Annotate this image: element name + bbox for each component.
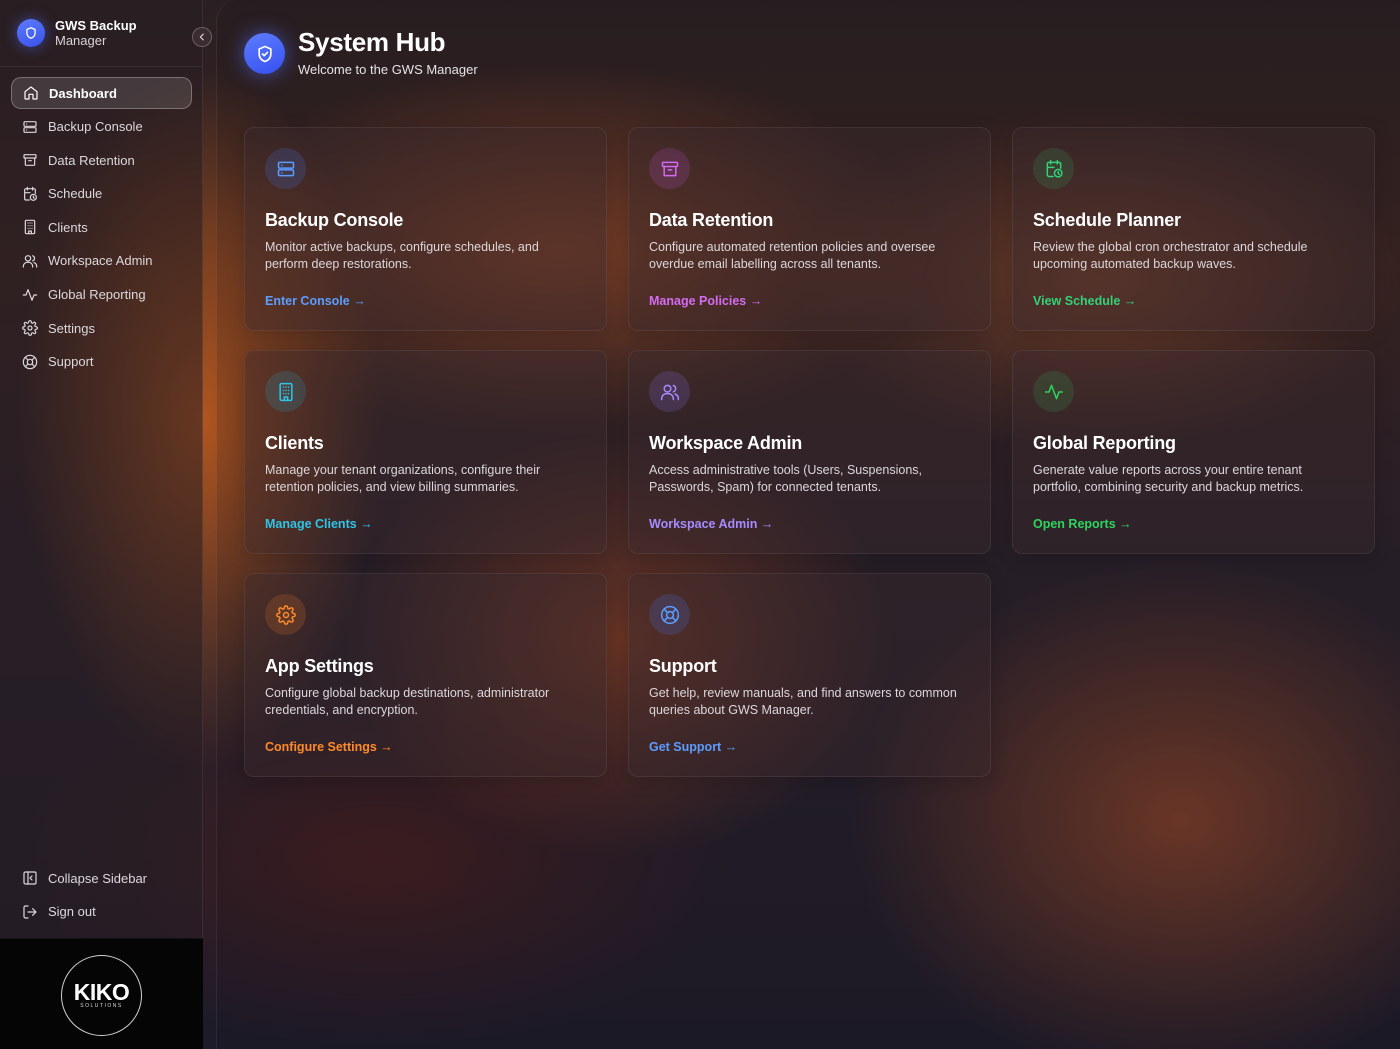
- logout-icon: [21, 903, 38, 920]
- shield-check-icon: [244, 33, 285, 74]
- card-workspace-admin[interactable]: Workspace Admin Access administrative to…: [628, 350, 991, 554]
- shield-icon: [17, 19, 45, 47]
- card-schedule-planner[interactable]: Schedule Planner Review the global cron …: [1012, 127, 1375, 331]
- sign-out-button[interactable]: Sign out: [11, 896, 192, 928]
- building-icon: [265, 371, 306, 412]
- open-reports-link[interactable]: Open Reports →: [1033, 517, 1132, 531]
- sidebar-bottom-nav: Collapse Sidebar Sign out: [0, 862, 203, 929]
- card-title: Schedule Planner: [1033, 210, 1181, 230]
- card-backup-console[interactable]: Backup Console Monitor active backups, c…: [244, 127, 607, 331]
- brand-title: GWS Backup: [55, 18, 137, 33]
- sidebar-item-label: Global Reporting: [48, 287, 146, 303]
- kiko-logo: KIKO SOLUTIONS: [61, 955, 142, 1036]
- sidebar-item-label: Data Retention: [48, 152, 135, 168]
- card-title: App Settings: [265, 656, 374, 676]
- users-icon: [649, 371, 690, 412]
- sidebar-item-label: Settings: [48, 320, 95, 336]
- sidebar-item-label: Workspace Admin: [48, 253, 153, 269]
- card-description: Configure global backup destinations, ad…: [265, 686, 550, 717]
- users-icon: [21, 252, 38, 269]
- card-description: Get help, review manuals, and find answe…: [649, 686, 957, 717]
- panel-left-icon: [21, 870, 38, 887]
- card-title: Data Retention: [649, 210, 774, 230]
- archive-icon: [21, 152, 38, 169]
- collapse-toggle-button[interactable]: [192, 27, 212, 47]
- sidebar-nav: Dashboard Backup Console Data Retention …: [0, 77, 203, 379]
- gear-icon: [265, 594, 306, 635]
- sidebar-item-clients[interactable]: Clients: [11, 211, 192, 243]
- sidebar-item-support[interactable]: Support: [11, 346, 192, 378]
- card-description: Access administrative tools (Users, Susp…: [649, 463, 923, 494]
- card-data-retention[interactable]: Data Retention Configure automated reten…: [628, 127, 991, 331]
- sidebar-item-label: Clients: [48, 219, 88, 235]
- sidebar-item-data-retention[interactable]: Data Retention: [11, 144, 192, 176]
- sidebar-item-label: Backup Console: [48, 119, 143, 135]
- activity-icon: [1033, 371, 1074, 412]
- kiko-logo-text: KIKO: [73, 979, 130, 1005]
- page-subtitle: Welcome to the GWS Manager: [298, 62, 478, 77]
- sidebar-item-schedule[interactable]: Schedule: [11, 178, 192, 210]
- server-icon: [265, 148, 306, 189]
- chevron-left-icon: [199, 33, 204, 41]
- card-description: Review the global cron orchestrator and …: [1033, 240, 1308, 271]
- calendar-clock-icon: [1033, 148, 1074, 189]
- sidebar-item-backup-console[interactable]: Backup Console: [11, 111, 192, 143]
- building-icon: [21, 219, 38, 236]
- page-title: System Hub: [298, 27, 446, 57]
- sign-out-label: Sign out: [48, 904, 96, 920]
- card-description: Generate value reports across your entir…: [1033, 463, 1304, 494]
- footer-logo-area: KIKO SOLUTIONS: [0, 938, 203, 1049]
- configure-settings-link[interactable]: Configure Settings →: [265, 740, 393, 754]
- card-support[interactable]: Support Get help, review manuals, and fi…: [628, 573, 991, 777]
- get-support-link[interactable]: Get Support →: [649, 740, 737, 754]
- calendar-clock-icon: [21, 185, 38, 202]
- sidebar-item-global-reporting[interactable]: Global Reporting: [11, 279, 192, 311]
- view-schedule-link[interactable]: View Schedule →: [1033, 294, 1136, 308]
- lifebuoy-icon: [649, 594, 690, 635]
- sidebar-item-settings[interactable]: Settings: [11, 312, 192, 344]
- card-app-settings[interactable]: App Settings Configure global backup des…: [244, 573, 607, 777]
- workspace-admin-link[interactable]: Workspace Admin →: [649, 517, 773, 531]
- card-title: Support: [649, 656, 717, 676]
- card-title: Global Reporting: [1033, 433, 1176, 453]
- gear-icon: [21, 320, 38, 337]
- sidebar: GWS Backup Manager Dashboard Backup Cons…: [0, 0, 212, 1049]
- sidebar-item-label: Dashboard: [49, 85, 117, 101]
- activity-icon: [21, 286, 38, 303]
- kiko-logo-subtext: SOLUTIONS: [80, 1003, 123, 1009]
- enter-console-link[interactable]: Enter Console →: [265, 294, 366, 308]
- card-description: Configure automated retention policies a…: [649, 240, 936, 271]
- sidebar-item-workspace-admin[interactable]: Workspace Admin: [11, 245, 192, 277]
- brand: GWS Backup Manager: [0, 0, 203, 67]
- card-description: Manage your tenant organizations, config…: [265, 463, 541, 494]
- card-clients[interactable]: Clients Manage your tenant organizations…: [244, 350, 607, 554]
- sidebar-item-label: Support: [48, 354, 94, 370]
- server-icon: [21, 118, 38, 135]
- sidebar-item-dashboard[interactable]: Dashboard: [11, 77, 192, 109]
- archive-icon: [649, 148, 690, 189]
- card-global-reporting[interactable]: Global Reporting Generate value reports …: [1012, 350, 1375, 554]
- manage-clients-link[interactable]: Manage Clients →: [265, 517, 373, 531]
- brand-subtitle: Manager: [55, 33, 107, 48]
- collapse-sidebar-label: Collapse Sidebar: [48, 870, 148, 886]
- card-title: Backup Console: [265, 210, 404, 230]
- collapse-sidebar-button[interactable]: Collapse Sidebar: [11, 862, 192, 894]
- home-icon: [22, 85, 39, 102]
- manage-policies-link[interactable]: Manage Policies →: [649, 294, 762, 308]
- card-title: Workspace Admin: [649, 433, 803, 453]
- lifebuoy-icon: [21, 353, 38, 370]
- card-description: Monitor active backups, configure schedu…: [265, 240, 539, 271]
- card-title: Clients: [265, 433, 324, 453]
- sidebar-item-label: Schedule: [48, 186, 103, 202]
